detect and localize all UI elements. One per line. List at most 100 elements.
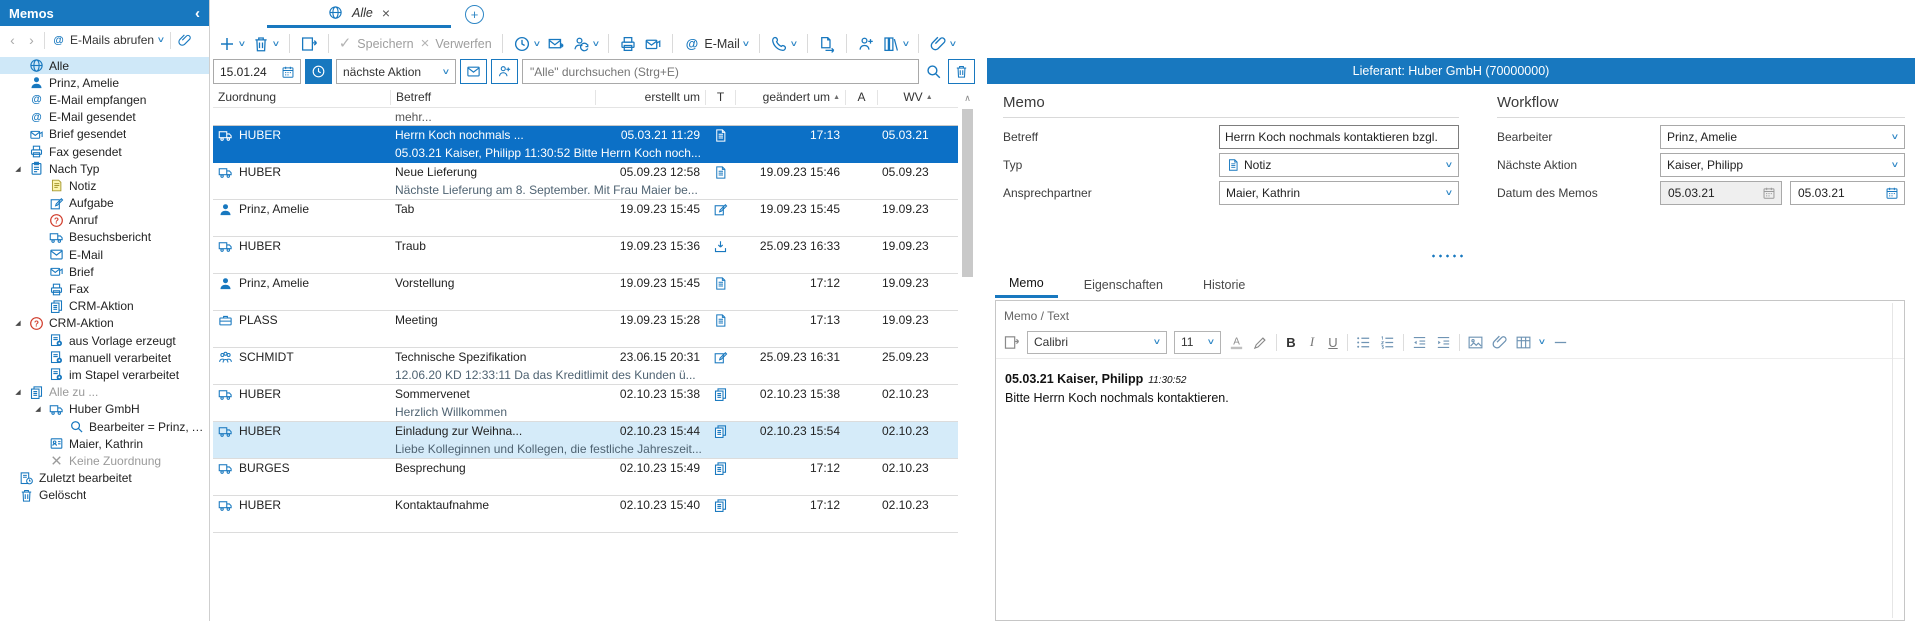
link-icon[interactable] [1491, 334, 1508, 351]
letter-button[interactable] [644, 35, 662, 53]
tree-item-e-mail-empfangen[interactable]: E-Mail empfangen [0, 91, 209, 108]
fetch-mail-button[interactable]: E-Mails abrufen ∨ [51, 33, 164, 48]
scrollbar-up-icon[interactable]: ∧ [960, 91, 975, 105]
tree-item-alle-zu[interactable]: ◢Alle zu ... [0, 384, 209, 401]
tree-item-nach-typ[interactable]: ◢Nach Typ [0, 160, 209, 177]
table-row[interactable]: HUBERSommervenet02.10.23 15:3802.10.23 1… [213, 385, 958, 422]
search-icon[interactable] [925, 63, 942, 80]
table-row[interactable]: BURGESBesprechung02.10.23 15:4917:1202.1… [213, 459, 958, 496]
expander-icon[interactable]: ◢ [12, 165, 24, 173]
add-contact-button[interactable] [857, 35, 875, 53]
memo-text-area[interactable]: 05.03.21 Kaiser, Philipp11:30:52 Bitte H… [996, 359, 1904, 418]
email-button[interactable]: E-Mail∨ [683, 35, 748, 53]
scrollbar-thumb[interactable] [962, 109, 973, 277]
tree-item-keine-zuordnung[interactable]: Keine Zuordnung [0, 452, 209, 469]
expander-icon[interactable]: ◢ [32, 405, 44, 413]
column-t[interactable]: T [705, 90, 735, 105]
memo-date-input-2[interactable] [1796, 185, 1860, 201]
delete-button[interactable]: ∨ [252, 35, 279, 53]
paperclip-icon[interactable] [177, 33, 192, 48]
table-row[interactable]: HUBEREinladung zur Weihna...02.10.23 15:… [213, 422, 958, 459]
sidebar-collapse-icon[interactable]: ‹ [195, 5, 200, 22]
column-geaendert-um[interactable]: geändert um▲ [735, 90, 845, 105]
memo-date-field[interactable] [1660, 181, 1782, 205]
expander-icon[interactable]: ◢ [12, 388, 24, 396]
tree-item-besuchsbericht[interactable]: Besuchsbericht [0, 229, 209, 246]
memo-date-input[interactable] [1666, 185, 1730, 201]
calendar-icon[interactable] [1762, 186, 1776, 200]
tree-item-notiz[interactable]: Notiz [0, 177, 209, 194]
ansprechpartner-select[interactable]: Maier, Kathrin ∨ [1219, 181, 1459, 205]
tab-historie[interactable]: Historie [1189, 271, 1259, 298]
tree-item-zuletzt-bearbeitet[interactable]: Zuletzt bearbeitet [0, 470, 209, 487]
outdent-icon[interactable] [1411, 334, 1428, 351]
new-memo-button[interactable]: ∨ [218, 35, 245, 53]
column-zuordnung[interactable]: Zuordnung [213, 90, 390, 105]
tree-item-crm-aktion[interactable]: ◢CRM-Aktion [0, 315, 209, 332]
call-button[interactable]: ∨ [770, 35, 797, 53]
more-link[interactable]: mehr... [390, 110, 595, 124]
tree-item-fax-gesendet[interactable]: Fax gesendet [0, 143, 209, 160]
table-row[interactable]: HUBERNeue Lieferung05.09.23 12:5819.09.2… [213, 163, 958, 200]
column-a[interactable]: A [845, 90, 877, 105]
table-row[interactable]: HUBERKontaktaufnahme02.10.23 15:4017:120… [213, 496, 958, 533]
reminder-button[interactable]: ∨ [513, 35, 540, 53]
tree-item-fax[interactable]: Fax [0, 280, 209, 297]
action-select[interactable]: nächste Aktion ∨ [336, 59, 456, 84]
horizontal-rule-icon[interactable] [1552, 334, 1569, 351]
tree-item-e-mail-gesendet[interactable]: E-Mail gesendet [0, 109, 209, 126]
calendar-icon[interactable] [1885, 186, 1899, 200]
tab-alle[interactable]: Alle × [267, 0, 451, 28]
table-icon[interactable] [1515, 334, 1532, 351]
discard-button[interactable]: ×Verwerfen [421, 36, 492, 51]
tree-item-prinz-amelie[interactable]: Prinz, Amelie [0, 74, 209, 91]
export-button[interactable] [818, 35, 836, 53]
tree-item-crm-aktion[interactable]: CRM-Aktion [0, 298, 209, 315]
tree-item-im-stapel-verarbeitet[interactable]: im Stapel verarbeitet [0, 366, 209, 383]
bearbeiter-select[interactable]: Prinz, Amelie ∨ [1660, 125, 1905, 149]
bullet-list-icon[interactable] [1355, 334, 1372, 351]
tree-item-bearbeiter-prinz-amelie[interactable]: Bearbeiter = Prinz, Amelie [0, 418, 209, 435]
save-button[interactable]: ✓Speichern [339, 36, 414, 51]
image-icon[interactable] [1467, 334, 1484, 351]
nav-back-icon[interactable]: ‹ [6, 32, 19, 48]
tab-close-icon[interactable]: × [382, 5, 390, 21]
tree-item-huber-gmbh[interactable]: ◢Huber GmbH [0, 401, 209, 418]
search-input[interactable] [522, 59, 919, 84]
calendar-icon[interactable] [281, 65, 295, 79]
column-betreff[interactable]: Betreff [390, 90, 595, 105]
indent-icon[interactable] [1435, 334, 1452, 351]
tree-item-alle[interactable]: Alle [0, 57, 209, 74]
list-scrollbar[interactable]: ∧ [960, 91, 975, 621]
filter-date-input[interactable] [218, 64, 278, 80]
tab-memo[interactable]: Memo [995, 271, 1058, 298]
tree-item-e-mail[interactable]: E-Mail [0, 246, 209, 263]
typ-select[interactable]: Notiz ∨ [1219, 153, 1459, 177]
convert-button[interactable] [300, 35, 318, 53]
bold-icon[interactable]: B [1284, 335, 1298, 350]
nav-forward-icon[interactable]: › [25, 32, 38, 48]
new-tab-button[interactable]: + [465, 5, 484, 24]
font-size-select[interactable]: 11 ∨ [1174, 331, 1221, 354]
tree-item-brief-gesendet[interactable]: Brief gesendet [0, 126, 209, 143]
column-wv[interactable]: WV▲ [877, 90, 958, 105]
dossier-button[interactable]: ∨ [882, 35, 909, 53]
tree-item-geloescht[interactable]: Gelöscht [0, 487, 209, 504]
tree-item-anruf[interactable]: Anruf [0, 212, 209, 229]
table-row[interactable]: Prinz, AmelieTab19.09.23 15:4519.09.23 1… [213, 200, 958, 237]
fax-button[interactable] [619, 35, 637, 53]
naechste-aktion-select[interactable]: Kaiser, Philipp ∨ [1660, 153, 1905, 177]
next-action-filter-button[interactable] [305, 59, 332, 84]
memo-date-field-2[interactable] [1790, 181, 1905, 205]
person-filter-button[interactable] [491, 59, 518, 84]
table-row[interactable]: Prinz, AmelieVorstellung19.09.23 15:4517… [213, 274, 958, 311]
email-filter-button[interactable] [460, 59, 487, 84]
splitter-handle[interactable] [1430, 254, 1464, 258]
attach-button[interactable]: ∨ [929, 35, 956, 53]
tree-item-aufgabe[interactable]: Aufgabe [0, 195, 209, 212]
highlight-icon[interactable] [1252, 334, 1269, 351]
table-row[interactable]: HUBERHerrn Koch nochmals ...05.03.21 11:… [213, 126, 958, 163]
filter-date-field[interactable] [213, 59, 301, 84]
tab-eigenschaften[interactable]: Eigenschaften [1070, 271, 1177, 298]
underline-icon[interactable]: U [1326, 335, 1340, 350]
